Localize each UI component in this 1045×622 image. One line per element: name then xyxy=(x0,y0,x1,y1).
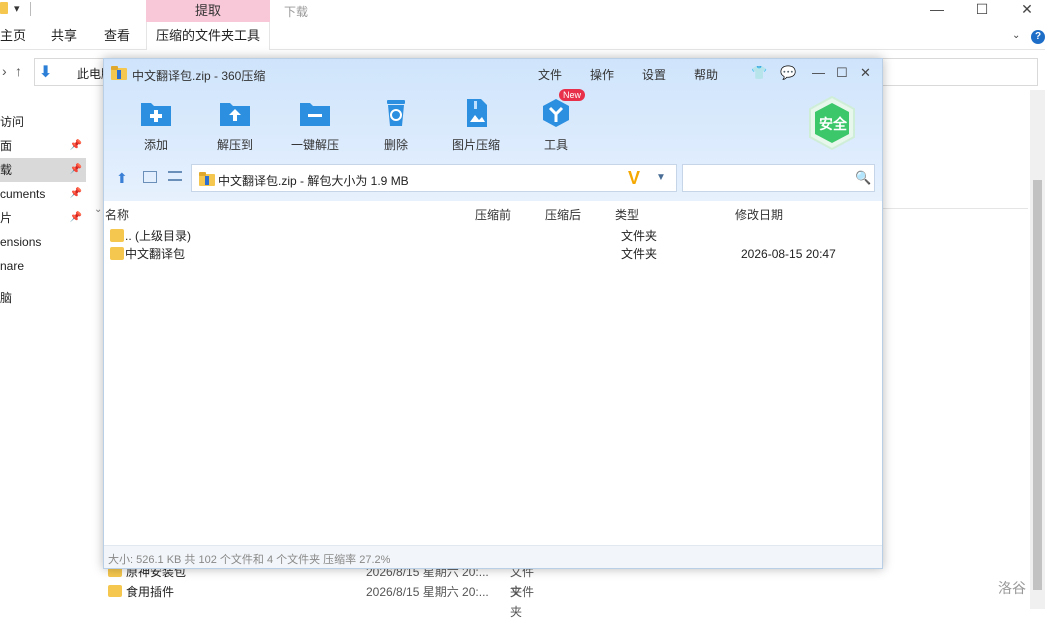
chevron-down-icon[interactable]: ▼ xyxy=(656,172,666,183)
close-icon[interactable]: ✕ xyxy=(860,65,871,81)
tab-compressed-folder-tools[interactable]: 压缩的文件夹工具 xyxy=(146,22,270,50)
column-modified[interactable]: 修改日期 xyxy=(735,206,783,223)
zip-header: 中文翻译包.zip - 360压缩 文件 操作 设置 帮助 👕 💬 — ☐ ✕ … xyxy=(104,59,882,201)
status-text: 大小: 526.1 KB 共 102 个文件和 4 个文件夹 压缩率 27.2% xyxy=(108,554,391,566)
divider xyxy=(29,2,31,16)
path-row: ⬆ 中文翻译包.zip - 解包大小为 1.9 MB V ▼ 🔍 xyxy=(104,163,882,195)
up-arrow-icon[interactable]: ⬆ xyxy=(116,170,128,187)
zip-file-icon xyxy=(199,172,215,186)
skin-icon[interactable]: 👕 xyxy=(751,65,767,81)
nav-item[interactable]: 访问 xyxy=(0,110,86,134)
folder-icon xyxy=(0,2,8,14)
thumbnail-view-icon[interactable] xyxy=(143,171,157,183)
one-click-extract-icon xyxy=(300,103,330,126)
dropdown-arrow-icon[interactable]: ▾ xyxy=(14,2,20,16)
watermark: 洛谷 xyxy=(998,580,1026,596)
safe-label: 安全 xyxy=(819,116,847,132)
path-bar[interactable]: 中文翻译包.zip - 解包大小为 1.9 MB V ▼ xyxy=(191,164,677,192)
verified-v-icon[interactable]: V xyxy=(628,168,640,189)
table-row[interactable]: .. (上级目录) 文件夹 xyxy=(104,227,882,245)
nav-item[interactable]: 脑 xyxy=(0,286,86,310)
quick-access-toolbar[interactable]: ▾ xyxy=(0,2,31,16)
image-compress-button[interactable]: 图片压缩 xyxy=(441,95,511,155)
list-item[interactable]: 食用插件 2026/8/15 星期六 20:... 文件夹 xyxy=(104,582,544,619)
minimize-icon[interactable]: — xyxy=(915,0,959,22)
pin-icon: 📌 xyxy=(69,188,82,199)
tools-icon xyxy=(543,99,569,127)
folder-icon xyxy=(110,247,124,260)
archive-file-list: .. (上级目录) 文件夹 中文翻译包 文件夹 2026-08-15 20:47 xyxy=(104,227,882,263)
forward-arrow-icon[interactable]: › xyxy=(2,63,7,79)
folder-icon xyxy=(108,585,122,597)
maximize-icon[interactable]: ☐ xyxy=(960,0,1004,22)
extract-to-icon xyxy=(220,103,250,126)
column-type[interactable]: 类型 xyxy=(615,206,639,223)
menu-help[interactable]: 帮助 xyxy=(694,66,718,83)
column-size-after[interactable]: 压缩后 xyxy=(545,206,581,223)
close-icon[interactable]: ✕ xyxy=(1005,0,1045,22)
search-input[interactable]: 🔍 xyxy=(682,164,875,192)
tools-button[interactable]: 工具 xyxy=(521,95,591,155)
one-click-extract-button[interactable]: 一键解压 xyxy=(280,95,350,155)
pin-icon: 📌 xyxy=(69,140,82,151)
column-name[interactable]: 名称 xyxy=(105,206,129,223)
table-row[interactable]: 中文翻译包 文件夹 2026-08-15 20:47 xyxy=(104,245,882,263)
nav-item[interactable]: nare xyxy=(0,254,86,278)
help-icon[interactable]: ? xyxy=(1031,30,1045,44)
nav-item[interactable]: 片 📌 xyxy=(0,206,86,230)
menu-settings[interactable]: 设置 xyxy=(642,66,666,83)
window-title: 中文翻译包.zip - 360压缩 xyxy=(132,69,266,83)
divider xyxy=(882,208,1028,209)
chevron-down-icon[interactable]: ⌄ xyxy=(94,204,102,215)
pin-icon: 📌 xyxy=(69,164,82,175)
delete-button[interactable]: 删除 xyxy=(361,95,431,155)
feedback-icon[interactable]: 💬 xyxy=(780,65,796,81)
scrollbar[interactable] xyxy=(1030,90,1045,609)
list-view-icon[interactable] xyxy=(168,171,182,181)
nav-item[interactable]: 面 📌 xyxy=(0,134,86,158)
image-compress-icon xyxy=(467,99,487,127)
extract-to-button[interactable]: 解压到 xyxy=(200,95,270,155)
add-button[interactable]: 添加 xyxy=(121,95,191,155)
scrollbar-thumb[interactable] xyxy=(1033,180,1042,590)
menu-operation[interactable]: 操作 xyxy=(590,66,614,83)
tab-home[interactable]: 主页 xyxy=(0,22,26,50)
navigation-pane: 访问 面 📌 载 📌 cuments 📌 片 📌 ensions nare 脑 xyxy=(0,110,86,310)
menu-file[interactable]: 文件 xyxy=(538,66,562,83)
up-arrow-icon[interactable]: ↑ xyxy=(15,63,22,79)
tab-view[interactable]: 查看 xyxy=(104,22,130,50)
download-arrow-icon: ⬇ xyxy=(39,64,53,81)
minimize-icon[interactable]: — xyxy=(812,65,825,80)
zip-window: 中文翻译包.zip - 360压缩 文件 操作 设置 帮助 👕 💬 — ☐ ✕ … xyxy=(103,58,883,569)
search-icon[interactable]: 🔍 xyxy=(855,170,871,186)
archive-path: 中文翻译包.zip - 解包大小为 1.9 MB xyxy=(218,174,409,188)
chevron-down-icon[interactable]: ⌄ xyxy=(1012,30,1020,41)
add-folder-icon xyxy=(141,103,171,126)
pin-icon: 📌 xyxy=(69,212,82,223)
tab-share[interactable]: 共享 xyxy=(51,22,77,50)
nav-item[interactable]: cuments 📌 xyxy=(0,182,86,206)
ribbon-tabs: 主页 共享 查看 压缩的文件夹工具 xyxy=(0,22,1045,50)
maximize-icon[interactable]: ☐ xyxy=(836,65,848,81)
new-badge: New xyxy=(559,89,586,101)
trash-icon xyxy=(387,100,405,126)
column-header: 名称 压缩前 压缩后 类型 修改日期 xyxy=(104,201,882,225)
explorer-titlebar: ▾ 提取 下载 — ☐ ✕ xyxy=(0,0,1045,22)
nav-item[interactable]: ensions xyxy=(0,230,86,254)
zip-file-icon xyxy=(111,66,127,80)
nav-item[interactable]: 载 📌 xyxy=(0,158,86,182)
column-size-before[interactable]: 压缩前 xyxy=(475,206,511,223)
ribbon-context-group: 提取 xyxy=(146,0,270,22)
folder-icon xyxy=(110,229,124,242)
status-bar: 大小: 526.1 KB 共 102 个文件和 4 个文件夹 压缩率 27.2% xyxy=(104,545,882,568)
ribbon-download-label: 下载 xyxy=(284,5,309,19)
